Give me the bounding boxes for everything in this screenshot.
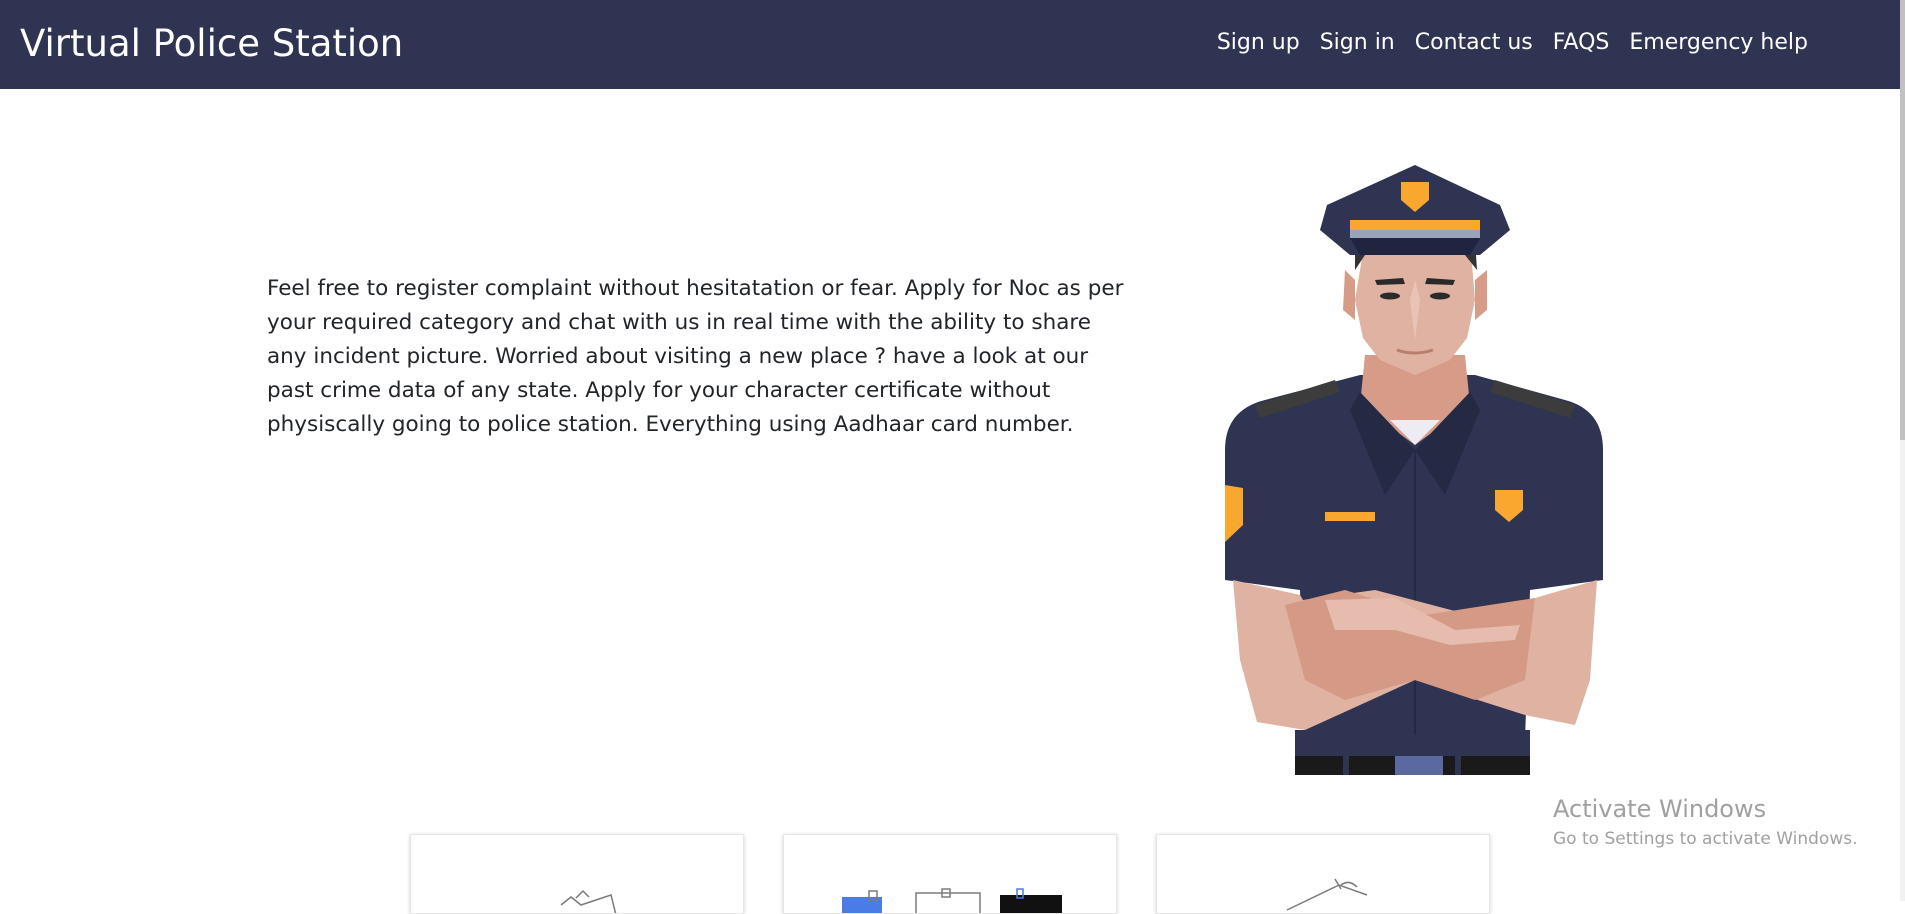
feature-card-complaint[interactable] <box>410 834 744 914</box>
nav-links: Sign up Sign in Contact us FAQS Emergenc… <box>1217 30 1808 56</box>
clipboard-icon <box>560 889 617 913</box>
windows-activation-watermark: Activate Windows Go to Settings to activ… <box>1553 795 1858 850</box>
top-navbar: Virtual Police Station Sign up Sign in C… <box>0 0 1900 89</box>
notebook-icon <box>1286 878 1368 911</box>
nav-contact-us[interactable]: Contact us <box>1415 30 1533 56</box>
nav-faqs[interactable]: FAQS <box>1553 30 1610 56</box>
feature-card-noc[interactable] <box>783 834 1117 914</box>
police-officer-illustration <box>1225 165 1603 775</box>
nav-sign-in[interactable]: Sign in <box>1320 30 1395 56</box>
hero-description: Feel free to register complaint without … <box>267 276 1124 437</box>
documents-icon <box>842 888 1062 913</box>
watermark-title: Activate Windows <box>1553 795 1767 823</box>
scrollbar-thumb[interactable] <box>1900 0 1905 440</box>
feature-card-crime-data[interactable] <box>1156 834 1490 914</box>
page-scrollbar[interactable] <box>1900 0 1905 901</box>
nav-emergency-help[interactable]: Emergency help <box>1629 30 1808 56</box>
watermark-subtitle: Go to Settings to activate Windows. <box>1553 828 1858 849</box>
nav-sign-up[interactable]: Sign up <box>1217 30 1300 56</box>
brand-title[interactable]: Virtual Police Station <box>20 22 403 66</box>
